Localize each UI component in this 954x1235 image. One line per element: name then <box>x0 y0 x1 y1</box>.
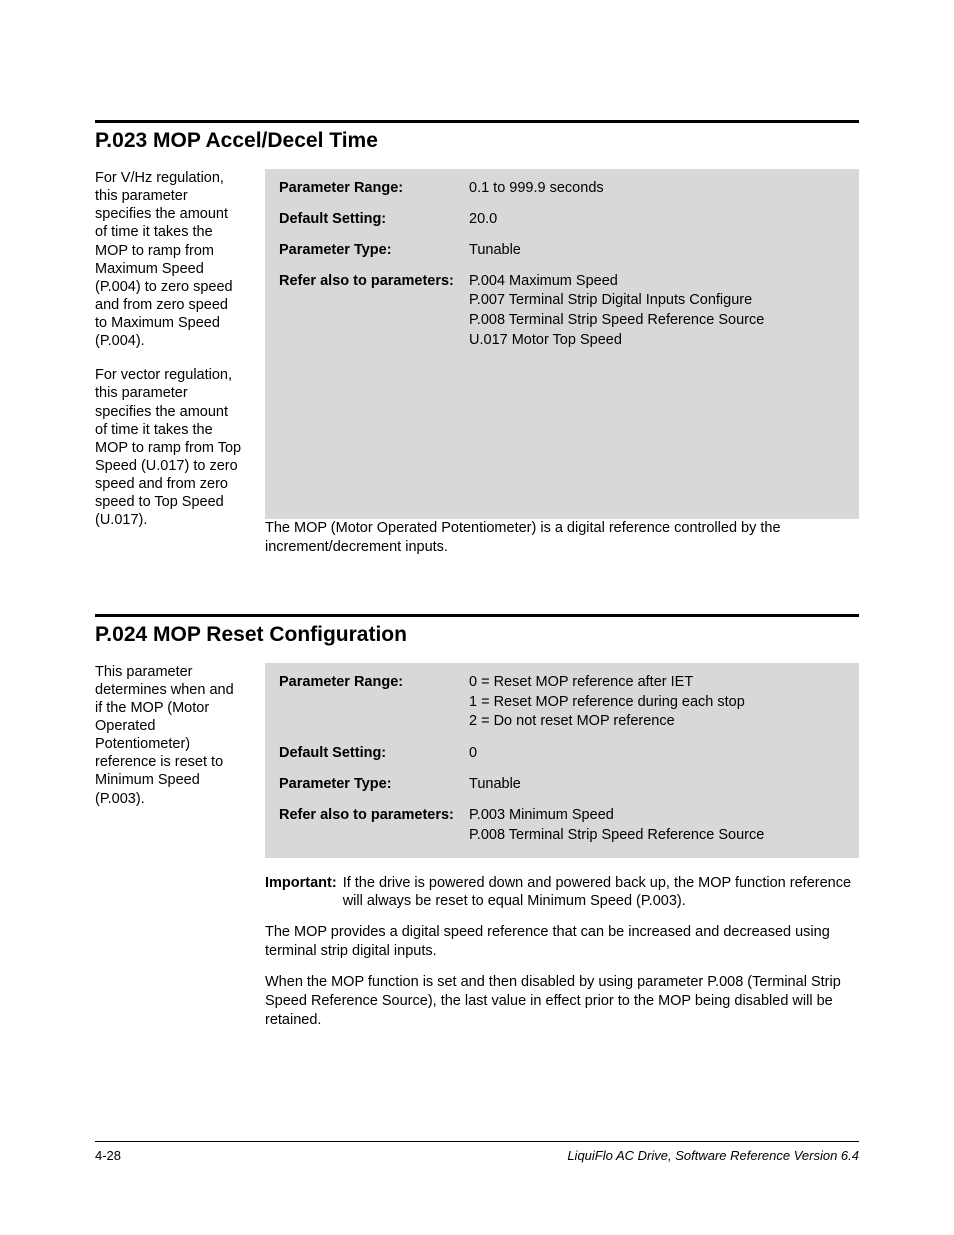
param-refer: Refer also to parameters: P.003 Minimum … <box>279 806 845 846</box>
section-title: P.023 MOP Accel/Decel Time <box>95 129 859 153</box>
param-type: Parameter Type: Tunable <box>279 775 845 794</box>
sidebar: This parameter determines when and if th… <box>95 663 243 1042</box>
param-value: 0.1 to 999.9 seconds <box>469 179 604 198</box>
sidebar: For V/Hz regulation, this parameter spec… <box>95 169 243 569</box>
param-label: Default Setting: <box>279 210 469 229</box>
sidebar-text: For vector regulation, this parameter sp… <box>95 366 243 529</box>
parameter-box: Parameter Range: 0 = Reset MOP reference… <box>265 663 859 858</box>
param-range: Parameter Range: 0 = Reset MOP reference… <box>279 673 845 733</box>
refer-item: P.008 Terminal Strip Speed Reference Sou… <box>469 311 764 330</box>
param-default: Default Setting: 20.0 <box>279 210 845 229</box>
section-p024: P.024 MOP Reset Configuration This param… <box>95 614 859 1042</box>
param-range: Parameter Range: 0.1 to 999.9 seconds <box>279 179 845 198</box>
refer-item: P.003 Minimum Speed <box>469 806 764 825</box>
range-item: 0 = Reset MOP reference after IET <box>469 673 745 692</box>
refer-item: P.007 Terminal Strip Digital Inputs Conf… <box>469 291 764 310</box>
param-value: Tunable <box>469 775 521 794</box>
refer-item: P.008 Terminal Strip Speed Reference Sou… <box>469 826 764 845</box>
param-value: P.004 Maximum Speed P.007 Terminal Strip… <box>469 272 764 351</box>
param-label: Default Setting: <box>279 744 469 763</box>
param-label: Refer also to parameters: <box>279 806 469 846</box>
section-p023: P.023 MOP Accel/Decel Time For V/Hz regu… <box>95 120 859 569</box>
important-text: If the drive is powered down and powered… <box>343 874 859 912</box>
param-label: Parameter Type: <box>279 241 469 260</box>
document-title: LiquiFlo AC Drive, Software Reference Ve… <box>567 1148 859 1163</box>
param-value: P.003 Minimum Speed P.008 Terminal Strip… <box>469 806 764 846</box>
refer-item: U.017 Motor Top Speed <box>469 331 764 350</box>
param-value: 20.0 <box>469 210 497 229</box>
page: P.023 MOP Accel/Decel Time For V/Hz regu… <box>0 0 954 1235</box>
parameter-box: Parameter Range: 0.1 to 999.9 seconds De… <box>265 169 859 519</box>
important-label: Important: <box>265 874 337 912</box>
section-rule <box>95 120 859 123</box>
param-default: Default Setting: 0 <box>279 744 845 763</box>
section-rule <box>95 614 859 617</box>
param-label: Refer also to parameters: <box>279 272 469 351</box>
param-value: 0 <box>469 744 477 763</box>
main-column: Parameter Range: 0 = Reset MOP reference… <box>265 663 859 1042</box>
param-value: 0 = Reset MOP reference after IET 1 = Re… <box>469 673 745 733</box>
param-value: Tunable <box>469 241 521 260</box>
section-row: This parameter determines when and if th… <box>95 663 859 1042</box>
page-footer: 4-28 LiquiFlo AC Drive, Software Referen… <box>95 1141 859 1163</box>
refer-item: P.004 Maximum Speed <box>469 272 764 291</box>
main-column: Parameter Range: 0.1 to 999.9 seconds De… <box>265 169 859 569</box>
section-row: For V/Hz regulation, this parameter spec… <box>95 169 859 569</box>
range-item: 2 = Do not reset MOP reference <box>469 712 745 731</box>
section-title: P.024 MOP Reset Configuration <box>95 623 859 647</box>
description-text: The MOP provides a digital speed referen… <box>265 923 859 961</box>
param-type: Parameter Type: Tunable <box>279 241 845 260</box>
param-label: Parameter Type: <box>279 775 469 794</box>
page-number: 4-28 <box>95 1148 121 1163</box>
param-label: Parameter Range: <box>279 179 469 198</box>
important-note: Important: If the drive is powered down … <box>265 874 859 912</box>
sidebar-text: This parameter determines when and if th… <box>95 663 243 808</box>
description-block: Important: If the drive is powered down … <box>265 874 859 1030</box>
param-label: Parameter Range: <box>279 673 469 733</box>
description-text: The MOP (Motor Operated Potentiometer) i… <box>265 519 859 557</box>
sidebar-text: For V/Hz regulation, this parameter spec… <box>95 169 243 350</box>
range-item: 1 = Reset MOP reference during each stop <box>469 693 745 712</box>
param-refer: Refer also to parameters: P.004 Maximum … <box>279 272 845 351</box>
description-text: When the MOP function is set and then di… <box>265 973 859 1030</box>
